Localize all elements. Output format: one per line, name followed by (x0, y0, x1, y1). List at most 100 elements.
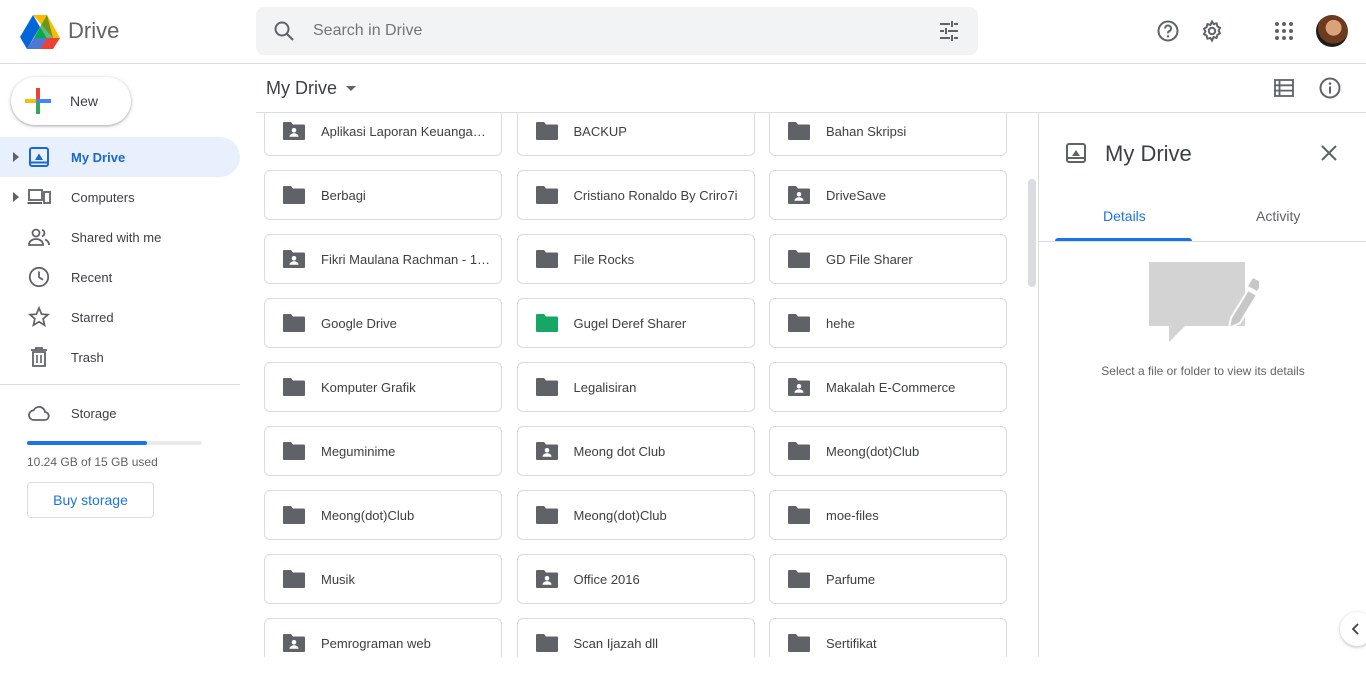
folder-name: Fikri Maulana Rachman - 1… (321, 252, 491, 267)
search-input[interactable] (313, 22, 873, 40)
storage-progress-fill (27, 441, 147, 445)
folder-icon (535, 122, 558, 140)
folder-icon (788, 634, 810, 652)
folder-card[interactable]: Legalisiran (516, 362, 755, 412)
search-options-icon[interactable] (937, 19, 961, 43)
side-panel-toggle[interactable] (1340, 612, 1366, 646)
folder-card[interactable]: Meong(dot)Club (769, 426, 1007, 476)
folder-card[interactable]: Fikri Maulana Rachman - 1… (264, 234, 502, 284)
settings-gear-icon[interactable] (1200, 19, 1224, 43)
folder-card[interactable]: Meong dot Club (516, 426, 755, 476)
folder-icon (283, 378, 305, 396)
account-avatar[interactable] (1316, 15, 1348, 47)
folder-name: Legalisiran (573, 380, 637, 395)
sidebar-item-starred[interactable]: Starred (0, 297, 240, 337)
sidebar-item-trash[interactable]: Trash (0, 337, 240, 377)
shared-icon (28, 228, 50, 246)
content-toolbar: My Drive (256, 64, 1366, 113)
folder-card[interactable]: moe-files (769, 490, 1007, 540)
top-bar: Drive (0, 0, 1366, 64)
shared-folder-icon (283, 122, 305, 140)
folder-card[interactable]: GD File Sharer (769, 234, 1007, 284)
folder-card[interactable]: Meong(dot)Club (516, 490, 755, 540)
folder-icon (535, 378, 558, 396)
folder-name: Aplikasi Laporan Keuangan Sederhana (321, 124, 493, 139)
folder-icon (788, 570, 810, 588)
folder-icon (535, 314, 558, 332)
app-name[interactable]: Drive (68, 18, 119, 44)
folder-card[interactable]: DriveSave (769, 170, 1007, 220)
folder-name: Komputer Grafik (321, 380, 416, 395)
sidebar-item-label: My Drive (71, 150, 126, 165)
my-drive-icon (1066, 143, 1086, 163)
folder-grid-area: Aplikasi Laporan Keuangan Sederhana BACKU… (256, 113, 1038, 657)
folder-card[interactable]: Meong(dot)Club (264, 490, 502, 540)
tab-divider (1039, 241, 1366, 242)
list-view-icon[interactable] (1272, 76, 1296, 100)
folder-card[interactable]: Google Drive (264, 298, 502, 348)
new-button[interactable]: New (11, 77, 131, 125)
folder-icon (788, 314, 810, 332)
folder-card[interactable]: Scan Ijazah dll (516, 618, 755, 657)
shared-folder-icon (535, 442, 558, 460)
drive-logo-icon[interactable] (20, 13, 60, 49)
folder-card[interactable]: hehe (769, 298, 1007, 348)
details-panel-title: My Drive (1105, 141, 1192, 166)
folder-card[interactable]: Cristiano Ronaldo By Criro7i (516, 170, 755, 220)
help-icon[interactable] (1156, 19, 1180, 43)
folder-icon (283, 186, 305, 204)
folder-card[interactable]: Gugel Deref Sharer (516, 298, 755, 348)
plus-icon (25, 88, 51, 114)
breadcrumb[interactable]: My Drive (266, 78, 337, 99)
folder-name: Parfume (826, 572, 876, 587)
folder-card[interactable]: Parfume (769, 554, 1007, 604)
folder-card[interactable]: Pemrograman web (264, 618, 502, 657)
folder-card[interactable]: Musik (264, 554, 502, 604)
sidebar-item-computers[interactable]: Computers (0, 177, 240, 217)
search-bar[interactable] (256, 7, 978, 55)
folder-name: Sertifikat (826, 636, 877, 651)
folder-icon (535, 250, 558, 268)
apps-grid-icon[interactable] (1272, 19, 1296, 43)
sidebar-item-my-drive[interactable]: My Drive (0, 137, 240, 177)
folder-card[interactable]: Berbagi (264, 170, 502, 220)
folder-card[interactable]: Office 2016 (516, 554, 755, 604)
folder-icon (788, 250, 810, 268)
details-hint-text: Select a file or folder to view its deta… (1101, 364, 1305, 378)
folder-card[interactable]: BACKUP (516, 113, 755, 156)
folder-card[interactable]: File Rocks (516, 234, 755, 284)
search-icon[interactable] (272, 19, 296, 43)
storage-label: Storage (71, 406, 117, 421)
expand-arrow-icon[interactable] (10, 191, 22, 203)
folder-name: Musik (321, 572, 355, 587)
folder-card[interactable]: Meguminime (264, 426, 502, 476)
trash-icon (31, 347, 47, 367)
details-placeholder-illustration (1149, 262, 1259, 342)
close-icon[interactable] (1319, 143, 1339, 163)
info-icon[interactable] (1318, 76, 1342, 100)
folder-icon (283, 570, 305, 588)
chevron-down-icon[interactable] (346, 84, 356, 94)
tab-activity[interactable]: Activity (1256, 208, 1300, 224)
sidebar-item-recent[interactable]: Recent (0, 257, 240, 297)
folder-card[interactable]: Makalah E-Commerce (769, 362, 1007, 412)
tab-details[interactable]: Details (1103, 208, 1146, 224)
sidebar-item-storage[interactable]: Storage (0, 393, 240, 433)
folder-card[interactable]: Sertifikat (769, 618, 1007, 657)
sidebar-item-label: Recent (71, 270, 113, 285)
computers-icon (27, 189, 51, 204)
new-button-label: New (70, 93, 99, 109)
folder-card[interactable]: Bahan Skripsi (769, 113, 1007, 156)
buy-storage-button[interactable]: Buy storage (27, 482, 154, 518)
folder-name: Meguminime (321, 444, 396, 459)
sidebar-item-label: Shared with me (71, 230, 162, 245)
scrollbar[interactable] (1028, 179, 1036, 287)
sidebar-divider (0, 384, 240, 385)
sidebar-item-label: Trash (71, 350, 104, 365)
folder-card[interactable]: Aplikasi Laporan Keuangan Sederhana (264, 113, 502, 156)
folder-card[interactable]: Komputer Grafik (264, 362, 502, 412)
folder-name: Gugel Deref Sharer (573, 316, 687, 331)
sidebar-item-shared-with-me[interactable]: Shared with me (0, 217, 240, 257)
expand-arrow-icon[interactable] (10, 151, 22, 163)
folder-name: Berbagi (321, 188, 366, 203)
